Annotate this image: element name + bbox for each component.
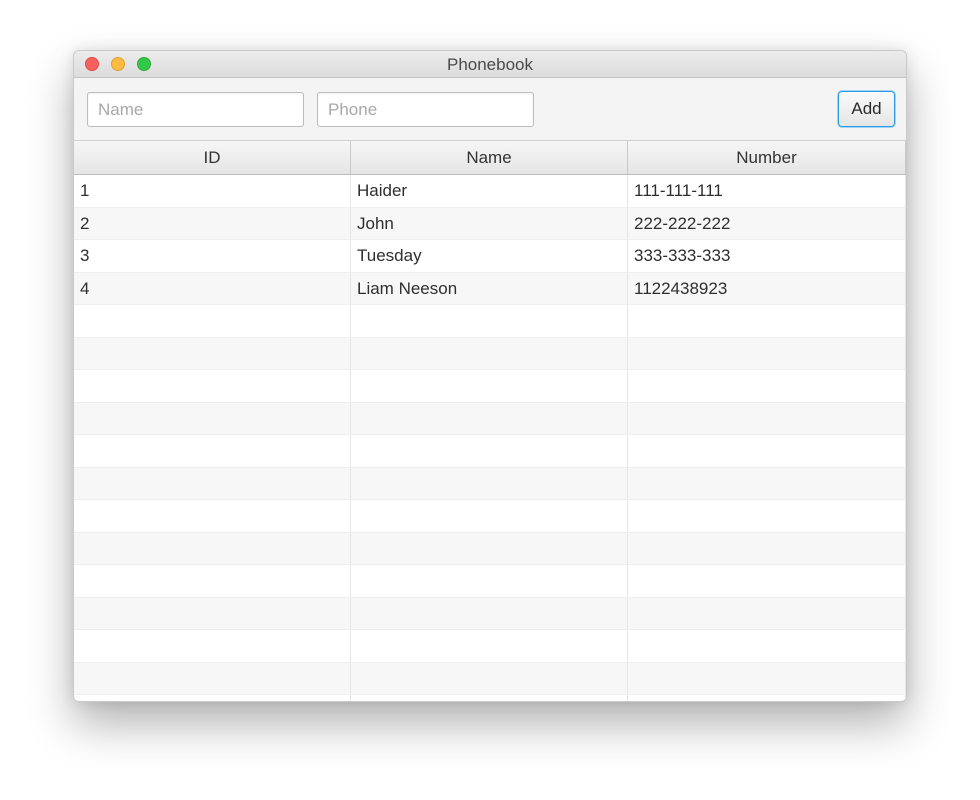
- empty-cell: [74, 662, 351, 694]
- empty-cell: [74, 435, 351, 467]
- empty-cell: [351, 532, 628, 564]
- cell-id: 2: [74, 207, 351, 239]
- empty-row: [74, 695, 906, 701]
- empty-cell: [351, 305, 628, 337]
- empty-cell: [351, 467, 628, 499]
- empty-row: [74, 370, 906, 403]
- table-row[interactable]: 1 Haider 111-111-111: [74, 175, 906, 208]
- empty-cell: [628, 435, 906, 467]
- empty-cell: [351, 695, 628, 701]
- empty-cell: [351, 662, 628, 694]
- empty-cell: [351, 370, 628, 402]
- column-header-number[interactable]: Number: [628, 141, 906, 174]
- empty-cell: [628, 532, 906, 564]
- empty-cell: [628, 565, 906, 597]
- empty-cell: [351, 337, 628, 369]
- empty-cell: [74, 630, 351, 662]
- empty-cell: [74, 370, 351, 402]
- empty-cell: [628, 500, 906, 532]
- empty-row: [74, 435, 906, 468]
- cell-id: 1: [74, 175, 351, 207]
- empty-cell: [628, 597, 906, 629]
- table-header: ID Name Number: [74, 141, 906, 175]
- cell-name: Liam Neeson: [351, 272, 628, 304]
- empty-cell: [74, 565, 351, 597]
- empty-cell: [628, 370, 906, 402]
- empty-cell: [628, 402, 906, 434]
- cell-number: 222-222-222: [628, 207, 906, 239]
- cell-id: 4: [74, 272, 351, 304]
- contacts-table: ID Name Number 1 Haider 111-111-111 2 Jo…: [74, 140, 906, 701]
- cell-name: Haider: [351, 175, 628, 207]
- empty-cell: [74, 597, 351, 629]
- empty-cell: [628, 695, 906, 701]
- name-input[interactable]: [87, 92, 304, 127]
- empty-cell: [628, 630, 906, 662]
- empty-row: [74, 565, 906, 598]
- window-title: Phonebook: [446, 55, 534, 74]
- empty-cell: [628, 305, 906, 337]
- empty-cell: [74, 695, 351, 701]
- empty-cell: [74, 500, 351, 532]
- empty-row: [74, 402, 906, 435]
- empty-cell: [351, 500, 628, 532]
- phonebook-window: Phonebook Add ID Name Number 1 Haider 11…: [73, 50, 907, 702]
- cell-number: 111-111-111: [628, 175, 906, 207]
- empty-cell: [351, 435, 628, 467]
- entry-toolbar: Add: [74, 78, 906, 140]
- table-row[interactable]: 2 John 222-222-222: [74, 207, 906, 240]
- empty-cell: [351, 597, 628, 629]
- add-button[interactable]: Add: [838, 91, 895, 127]
- table-row[interactable]: 4 Liam Neeson 1122438923: [74, 272, 906, 305]
- empty-cell: [351, 630, 628, 662]
- empty-cell: [351, 565, 628, 597]
- column-header-id[interactable]: ID: [74, 141, 351, 174]
- empty-cell: [628, 662, 906, 694]
- empty-row: [74, 630, 906, 663]
- empty-cell: [74, 402, 351, 434]
- empty-row: [74, 337, 906, 370]
- phone-input[interactable]: [317, 92, 534, 127]
- cell-name: Tuesday: [351, 240, 628, 272]
- title-bar[interactable]: Phonebook: [74, 51, 906, 78]
- empty-row: [74, 597, 906, 630]
- cell-number: 1122438923: [628, 272, 906, 304]
- empty-cell: [628, 467, 906, 499]
- cell-number: 333-333-333: [628, 240, 906, 272]
- empty-row: [74, 467, 906, 500]
- empty-row: [74, 305, 906, 338]
- table-row[interactable]: 3 Tuesday 333-333-333: [74, 240, 906, 273]
- empty-cell: [351, 402, 628, 434]
- cell-name: John: [351, 207, 628, 239]
- empty-cell: [74, 305, 351, 337]
- empty-row: [74, 532, 906, 565]
- empty-cell: [74, 337, 351, 369]
- empty-row: [74, 662, 906, 695]
- empty-cell: [74, 532, 351, 564]
- table-body: 1 Haider 111-111-111 2 John 222-222-222 …: [74, 175, 906, 701]
- column-header-name[interactable]: Name: [351, 141, 628, 174]
- cell-id: 3: [74, 240, 351, 272]
- empty-cell: [628, 337, 906, 369]
- empty-row: [74, 500, 906, 533]
- empty-cell: [74, 467, 351, 499]
